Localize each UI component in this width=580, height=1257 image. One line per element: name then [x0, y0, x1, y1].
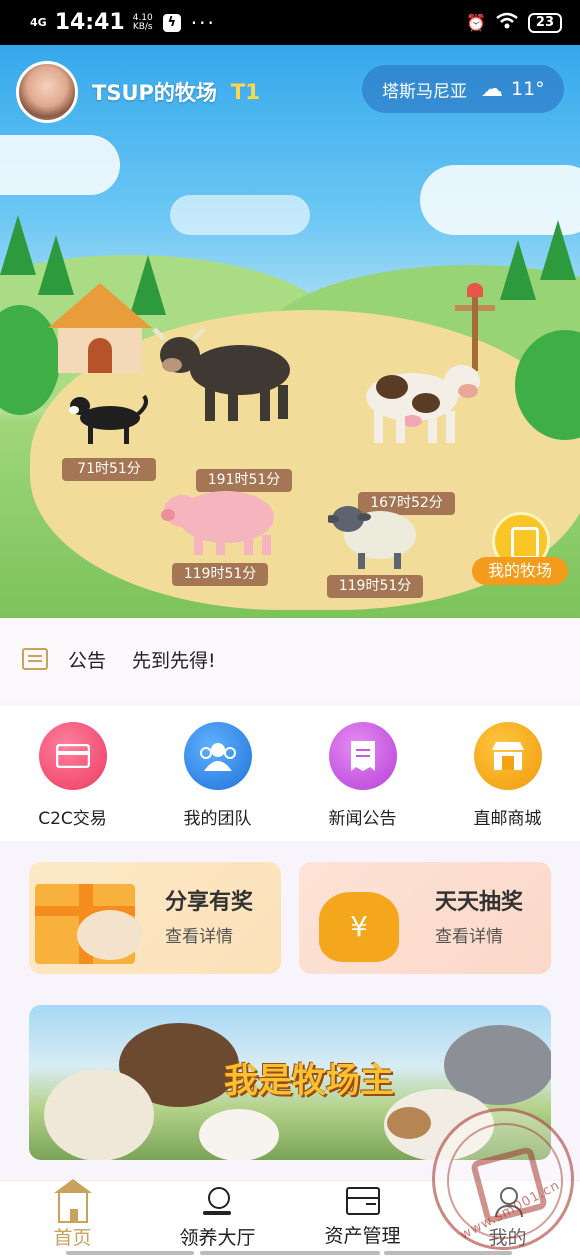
- level-badge: T1: [230, 80, 260, 104]
- shortcut-label: 新闻公告: [328, 809, 397, 829]
- pig-animal[interactable]: [160, 481, 280, 559]
- tree-decoration: [0, 215, 36, 275]
- dog-animal[interactable]: [62, 390, 152, 450]
- sheep-timer: 119时51分: [327, 575, 423, 598]
- pig-timer: 119时51分: [172, 563, 268, 586]
- shortcut-news[interactable]: 新闻公告: [290, 706, 435, 841]
- shortcut-grid: C2C交易 我的团队 新闻公告 直邮商城: [0, 706, 580, 841]
- money-bag-icon: ¥: [319, 892, 399, 962]
- announcement-label: 公告: [68, 649, 107, 672]
- shortcut-label: 直邮商城: [473, 809, 542, 829]
- clock: 14:41: [54, 10, 125, 35]
- cloud-decoration: [170, 195, 310, 235]
- gesture-bar: [66, 1251, 194, 1255]
- bull-animal[interactable]: [150, 325, 295, 425]
- barn-icon: [48, 283, 152, 378]
- network-speed-unit: KB/s: [132, 21, 153, 32]
- tree-decoration: [500, 240, 536, 300]
- sheep-animal[interactable]: [325, 499, 418, 571]
- asset-icon: [345, 1187, 380, 1215]
- nav-home[interactable]: 首页: [0, 1179, 145, 1257]
- announcement-text: 先到先得!: [132, 649, 216, 672]
- cloud-decoration: [0, 135, 120, 195]
- cloud-icon: ☁: [481, 76, 503, 102]
- dog-timer: 71时51分: [62, 458, 156, 481]
- battery-icon: 23: [527, 12, 562, 33]
- weather-city: 塔斯马尼亚: [382, 81, 467, 102]
- status-right: ⏰ 23: [466, 12, 562, 34]
- promo-daily-lottery[interactable]: ¥ 天天抽奖 查看详情: [299, 862, 551, 974]
- nav-asset-management[interactable]: 资产管理: [290, 1181, 435, 1257]
- announcement-bar[interactable]: 公告 先到先得!: [0, 618, 580, 700]
- app-notification-icon: ϟ: [162, 13, 181, 32]
- my-ranch-button[interactable]: 我的牧场: [472, 557, 568, 585]
- nav-label: 首页: [53, 1227, 92, 1249]
- dairy-cow-animal[interactable]: [362, 355, 492, 447]
- shortcut-label: C2C交易: [38, 809, 107, 829]
- receipt-icon: [328, 722, 397, 790]
- shortcut-shop[interactable]: 直邮商城: [435, 706, 580, 841]
- shortcut-c2c-trade[interactable]: C2C交易: [0, 706, 145, 841]
- nav-adoption-hall[interactable]: 领养大厅: [145, 1181, 290, 1257]
- status-bar: 4G 14:41 4.10 KB/s ϟ ··· ⏰ 23: [0, 0, 580, 45]
- promo-share-reward[interactable]: 分享有奖 查看详情: [29, 862, 281, 974]
- hall-icon: [202, 1187, 233, 1217]
- weather-temperature: 11°: [511, 78, 545, 100]
- profile-header[interactable]: TSUP的牧场 T1: [16, 61, 260, 123]
- shortcut-my-team[interactable]: 我的团队: [145, 706, 290, 841]
- notice-icon: [22, 648, 48, 670]
- tree-decoration: [540, 220, 576, 280]
- promo-subtitle: 查看详情: [435, 927, 503, 947]
- promo-title: 分享有奖: [165, 890, 254, 915]
- nav-label: 资产管理: [324, 1225, 401, 1247]
- more-notifications-icon: ···: [190, 10, 216, 35]
- nav-label: 领养大厅: [179, 1227, 256, 1249]
- watermark-stamp: www.sm001.cn: [432, 1108, 574, 1250]
- watermark-text: www.sm001.cn: [457, 1177, 563, 1244]
- shop-icon: [473, 722, 542, 790]
- shortcut-label: 我的团队: [183, 809, 252, 829]
- wifi-icon: [496, 12, 518, 34]
- card-icon: [38, 722, 107, 790]
- network-speed: 4.10 KB/s: [132, 13, 153, 32]
- gesture-bar: [200, 1251, 380, 1255]
- lamb-decoration: [77, 910, 143, 960]
- weather-widget[interactable]: 塔斯马尼亚 ☁ 11°: [362, 65, 564, 113]
- avatar[interactable]: [16, 61, 78, 123]
- alarm-icon: ⏰: [465, 13, 486, 32]
- promo-title: 天天抽奖: [435, 890, 524, 915]
- signal-icon: 4G: [30, 16, 47, 29]
- farm-owner-name: TSUP的牧场: [92, 81, 217, 105]
- team-icon: [183, 722, 252, 790]
- home-icon: [53, 1179, 92, 1223]
- promo-subtitle: 查看详情: [165, 927, 233, 947]
- farm-scene[interactable]: TSUP的牧场 T1 塔斯马尼亚 ☁ 11° 71时51分 191时51分 16…: [0, 45, 580, 618]
- banner-title: 我是牧场主: [224, 1061, 394, 1101]
- gesture-bar: [384, 1251, 512, 1255]
